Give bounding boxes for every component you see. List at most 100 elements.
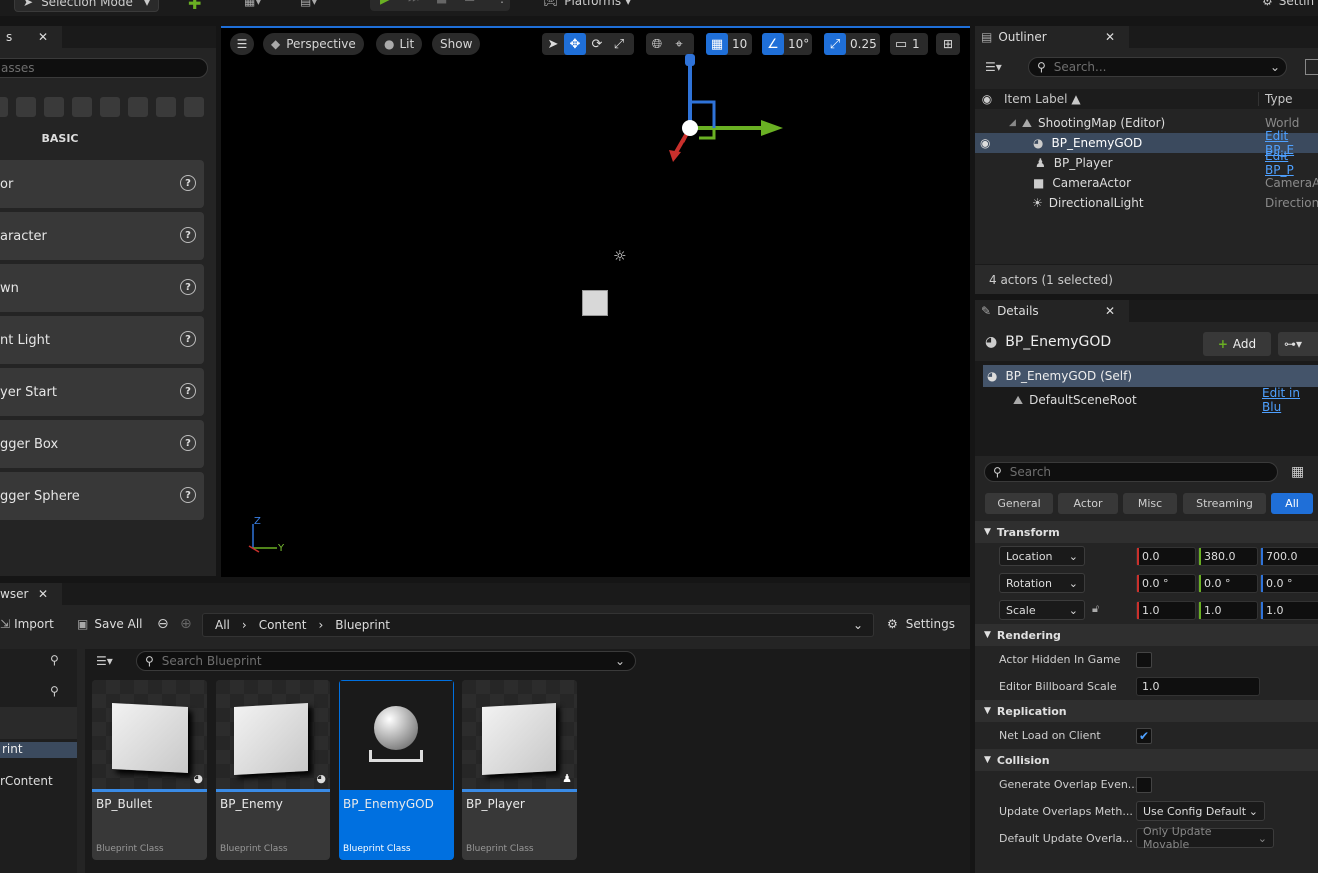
place-item-player-start[interactable]: yer Start? [0, 368, 204, 416]
collapse-arrow-icon[interactable]: ◢ [1009, 118, 1016, 128]
translate-gizmo[interactable] [661, 46, 791, 186]
select-icon[interactable]: ➤ [542, 33, 564, 55]
help-icon[interactable]: ? [180, 435, 196, 451]
location-dropdown[interactable]: Location ⌄ [999, 546, 1085, 566]
add-component-button[interactable]: + Add [1203, 332, 1271, 356]
default-update-overlaps-dropdown[interactable]: Only Update Movable ⌄ [1136, 825, 1274, 851]
property-matrix-icon[interactable]: ▦ [1291, 464, 1304, 480]
rotate-icon[interactable]: ⟳ [586, 33, 608, 55]
cinematics-icon[interactable]: ▤▾ [300, 0, 317, 8]
outliner-row-bp-player[interactable]: ♟ BP_Player Edit BP_P [975, 149, 1318, 177]
rotation-z-input[interactable]: 0.0 ° [1260, 574, 1318, 593]
tab-content-browser[interactable]: wser ✕ [0, 583, 62, 605]
close-icon[interactable]: ✕ [1105, 304, 1123, 318]
content-settings-button[interactable]: ⚙ Settings [887, 617, 955, 631]
level-viewport[interactable]: ☰ ◆ Perspective ● Lit Show ➤ ✥ ⟳ ⤢ 🌐︎ ⌖ … [221, 26, 970, 577]
settings-button[interactable]: ⚙ Settin [1262, 0, 1314, 8]
scale-icon[interactable]: ⤢ [608, 33, 630, 55]
asset-tile-bp-enemy[interactable]: ◕ BP_Enemy Blueprint Class [216, 680, 330, 860]
category-all-classes-icon[interactable] [156, 97, 176, 117]
actor-hidden-checkbox[interactable] [1136, 652, 1152, 668]
eject-icon[interactable]: ▬ [464, 0, 475, 5]
filter-tab-actor[interactable]: Actor [1058, 493, 1118, 514]
forward-icon[interactable]: ⊕ [180, 616, 192, 632]
scale-snap[interactable]: ⤢ 0.25 [824, 33, 880, 55]
category-volumes-icon[interactable] [128, 97, 148, 117]
location-x-input[interactable]: 0.0 [1136, 547, 1196, 566]
category-recent-icon[interactable] [0, 97, 8, 117]
outliner-row-camera[interactable]: ■ CameraActor CameraA [975, 173, 1318, 193]
add-filter-icon[interactable] [1305, 59, 1318, 75]
billboard-scale-input[interactable]: 1.0 [1136, 677, 1260, 696]
viewport-menu-button[interactable]: ☰ [230, 33, 254, 55]
lit-button[interactable]: ● Lit [376, 33, 423, 55]
scale-x-input[interactable]: 1.0 [1136, 601, 1196, 620]
outliner-row-directional-light[interactable]: ☀ DirectionalLight Direction [975, 193, 1318, 213]
help-icon[interactable]: ? [180, 331, 196, 347]
category-cinematic-icon[interactable] [72, 97, 92, 117]
directional-light-icon[interactable]: ☼ [613, 247, 626, 265]
category-lights-icon[interactable] [44, 97, 64, 117]
save-all-button[interactable]: ▣ Save All [77, 617, 143, 631]
breadcrumb-blueprint[interactable]: Blueprint [335, 618, 390, 632]
blueprint-options-button[interactable]: ⊶▾ [1278, 332, 1318, 356]
perspective-button[interactable]: ◆ Perspective [263, 33, 364, 55]
asset-tile-bp-bullet[interactable]: ◕ BP_Bullet Blueprint Class [92, 680, 207, 860]
filter-tab-misc[interactable]: Misc [1123, 493, 1177, 514]
translate-icon[interactable]: ✥ [564, 33, 586, 55]
asset-tile-bp-enemygod[interactable]: BP_EnemyGOD Blueprint Class [339, 680, 454, 860]
tab-place-actors[interactable]: s ✕ [0, 26, 62, 48]
location-y-input[interactable]: 380.0 [1198, 547, 1258, 566]
lock-icon[interactable]: 🔓︎ [1092, 602, 1099, 616]
scale-z-input[interactable]: 1.0 [1260, 601, 1318, 620]
step-icon[interactable]: ⏭ [408, 0, 419, 6]
rotation-dropdown[interactable]: Rotation ⌄ [999, 573, 1085, 593]
location-z-input[interactable]: 700.0 [1260, 547, 1318, 566]
folder-blueprint[interactable]: rint [0, 742, 77, 758]
folder-starter-content[interactable]: rContent [0, 774, 53, 788]
stop-icon[interactable]: ■ [436, 0, 447, 5]
section-transform[interactable]: ▼ Transform [975, 521, 1318, 543]
actor-billboard-icon[interactable] [582, 290, 608, 316]
search-icon[interactable]: ⚲ [50, 653, 59, 667]
breadcrumb-content[interactable]: Content [259, 618, 307, 632]
place-item-character[interactable]: aracter? [0, 212, 204, 260]
update-overlaps-dropdown[interactable]: Use Config Default ⌄ [1136, 801, 1265, 821]
filter-button[interactable]: ☰▾ [985, 60, 1002, 74]
component-self[interactable]: ◕ BP_EnemyGOD (Self) [983, 365, 1318, 387]
platforms-button[interactable]: 🎮︎ Platforms ▾ [543, 0, 631, 8]
asset-tile-bp-player[interactable]: ♟ BP_Player Blueprint Class [462, 680, 577, 860]
section-collision[interactable]: ▼ Collision [975, 749, 1318, 771]
play-icon[interactable]: ▶ [380, 0, 391, 7]
more-icon[interactable]: ⋮ [496, 0, 508, 5]
rotation-x-input[interactable]: 0.0 ° [1136, 574, 1196, 593]
help-icon[interactable]: ? [180, 383, 196, 399]
place-item-actor[interactable]: or? [0, 160, 204, 208]
visibility-icon[interactable]: ◉ [975, 92, 999, 106]
back-icon[interactable]: ⊖ [157, 616, 169, 632]
visibility-icon[interactable]: ◉ [980, 136, 990, 150]
help-icon[interactable]: ? [180, 175, 196, 191]
filter-tab-general[interactable]: General [985, 493, 1053, 514]
category-geometry-icon[interactable] [184, 97, 204, 117]
tab-outliner[interactable]: ▤ Outliner ✕ [975, 26, 1129, 48]
show-button[interactable]: Show [432, 33, 481, 55]
classes-search-input[interactable]: asses [0, 58, 208, 78]
filter-tab-streaming[interactable]: Streaming [1183, 493, 1266, 514]
selection-mode-button[interactable]: ➤ Selection Mode ▾ [14, 0, 159, 12]
help-icon[interactable]: ? [180, 227, 196, 243]
help-icon[interactable]: ? [180, 279, 196, 295]
section-rendering[interactable]: ▼ Rendering [975, 624, 1318, 646]
place-item-point-light[interactable]: nt Light? [0, 316, 204, 364]
component-default-scene-root[interactable]: ⛰ DefaultSceneRoot Edit in Blu [975, 386, 1318, 414]
category-shapes-icon[interactable] [16, 97, 36, 117]
filter-tab-all[interactable]: All [1271, 493, 1313, 514]
breadcrumb-all[interactable]: All [215, 618, 230, 632]
camera-speed[interactable]: ▭ 1 [890, 33, 928, 55]
asset-filter-button[interactable]: ☰▾ [96, 654, 113, 668]
category-visual-effects-icon[interactable] [100, 97, 120, 117]
place-item-trigger-sphere[interactable]: gger Sphere? [0, 472, 204, 520]
help-icon[interactable]: ? [180, 487, 196, 503]
close-icon[interactable]: ✕ [1105, 30, 1123, 44]
details-search-input[interactable]: ⚲ Search [984, 462, 1278, 482]
